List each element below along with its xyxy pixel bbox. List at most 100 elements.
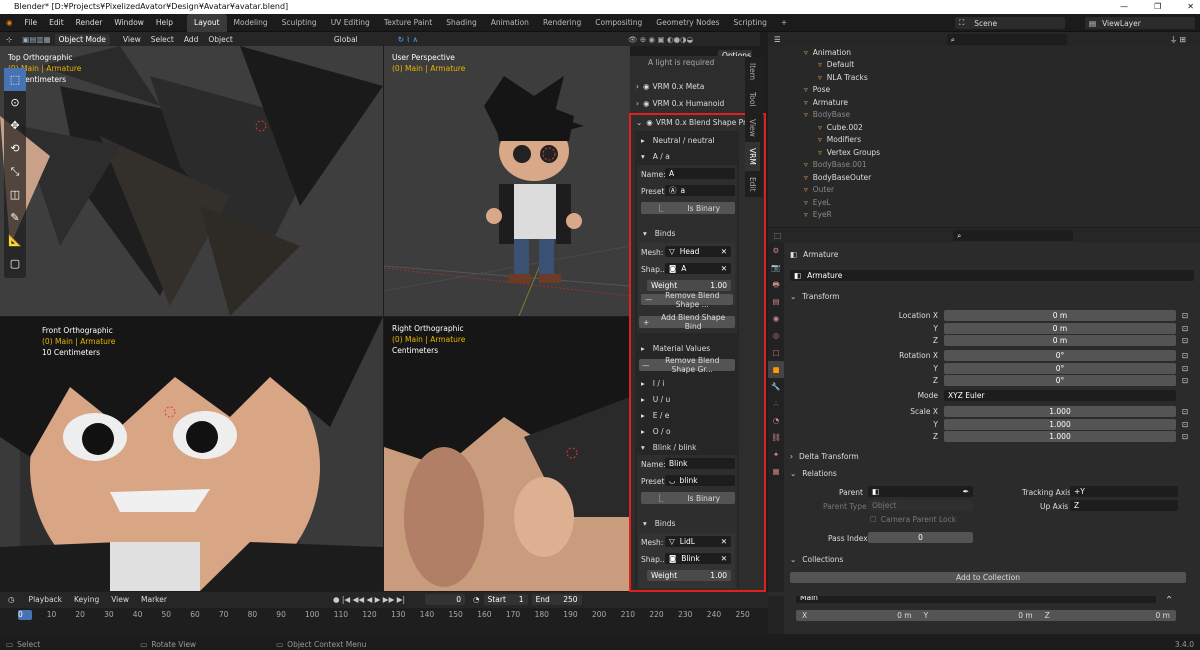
tool-tab-icon[interactable]: ⚙: [768, 242, 784, 259]
end-frame-field[interactable]: End 250: [531, 593, 582, 605]
add-to-collection-button[interactable]: Add to Collection: [790, 572, 1186, 583]
physics-tab-icon[interactable]: ◔: [768, 412, 784, 429]
close-button[interactable]: ✕: [1187, 0, 1194, 14]
field-value[interactable]: 1.000: [944, 418, 1176, 430]
clear-icon[interactable]: ✕: [721, 553, 727, 564]
minimize-button[interactable]: —: [1120, 0, 1128, 14]
properties-search-input[interactable]: ⌕: [953, 229, 1074, 241]
outliner-item[interactable]: ▿ Default: [768, 59, 1200, 72]
viewport-top[interactable]: Top Orthographic (0) Main | Armature 10 …: [0, 46, 383, 316]
timeline-menu-marker[interactable]: Marker: [135, 595, 173, 604]
mesh-field[interactable]: ▽ LidL ✕: [665, 536, 731, 547]
workspace-tab-uv[interactable]: UV Editing: [324, 14, 377, 32]
rotate-tool-icon[interactable]: ⟲: [4, 137, 26, 160]
select-tool-icon[interactable]: ⬚: [4, 68, 26, 91]
outliner-item[interactable]: ▿ EyeR: [768, 209, 1200, 222]
lock-icon[interactable]: ⊡: [1182, 420, 1188, 429]
group-u[interactable]: ▸ U / u: [641, 395, 670, 404]
binds-header[interactable]: ▾ Binds: [643, 519, 675, 528]
clear-icon[interactable]: ✕: [721, 536, 727, 547]
outliner-item[interactable]: ▿ Vertex Groups: [768, 146, 1200, 159]
particles-tab-icon[interactable]: ∴: [768, 395, 784, 412]
viewlayer-name[interactable]: ViewLayer: [1102, 19, 1141, 28]
timeline-menu-keying[interactable]: Keying: [68, 595, 105, 604]
lock-icon[interactable]: ⊡: [1182, 376, 1188, 385]
material-values-header[interactable]: ▸ Material Values: [641, 344, 710, 353]
outliner-item[interactable]: ▿ NLA Tracks: [768, 71, 1200, 84]
group-neutral[interactable]: ▸ Neutral / neutral: [641, 136, 715, 145]
render-tab-icon[interactable]: 📷: [768, 259, 784, 276]
name-input[interactable]: Blink: [665, 458, 735, 469]
collection-offset-row[interactable]: X 0 m Y 0 m Z 0 m: [796, 610, 1176, 621]
delta-transform-header[interactable]: › Delta Transform: [790, 452, 859, 461]
clock-icon[interactable]: ◷: [0, 595, 23, 604]
field-value[interactable]: 1.000: [944, 406, 1176, 417]
blender-logo-icon[interactable]: ◉: [0, 14, 19, 32]
lock-icon[interactable]: ⊡: [1182, 336, 1188, 345]
transform-header[interactable]: ⌄ Transform: [790, 292, 840, 301]
mesh-field[interactable]: ▽ Head ✕: [665, 246, 731, 257]
lock-icon[interactable]: ⊡: [1182, 407, 1188, 416]
parent-type-dropdown[interactable]: Object: [868, 500, 973, 511]
tab-tool[interactable]: Tool: [745, 86, 760, 113]
scale-tool-icon[interactable]: ⤡: [4, 160, 26, 183]
texture-tab-icon[interactable]: ▦: [768, 463, 784, 480]
snap-icon[interactable]: ↻ ⌇ ∧: [398, 35, 418, 44]
tab-vrm[interactable]: VRM: [745, 142, 760, 172]
pass-index-field[interactable]: 0: [868, 532, 973, 543]
relations-header[interactable]: ⌄ Relations: [790, 469, 837, 478]
cursor-tool-icon[interactable]: ⊙: [4, 91, 26, 114]
lock-icon[interactable]: ⊡: [1182, 351, 1188, 360]
camera-parent-lock-checkbox[interactable]: ☐ Camera Parent Lock: [870, 515, 956, 524]
outliner-item[interactable]: ▿ Armature: [768, 96, 1200, 109]
lock-icon[interactable]: ⊡: [1182, 324, 1188, 333]
select-mode-icons[interactable]: ▣▤▥▦: [18, 35, 54, 44]
tab-edit[interactable]: Edit: [745, 171, 760, 198]
clear-icon[interactable]: ✕: [721, 246, 727, 257]
group-a[interactable]: ▾ A / a: [641, 152, 670, 161]
vp-menu-add[interactable]: Add: [179, 35, 204, 44]
lock-icon[interactable]: ⊡: [1182, 311, 1188, 320]
timeline-menu-playback[interactable]: Playback: [23, 595, 68, 604]
object-mode-dropdown[interactable]: Object Mode: [54, 33, 110, 45]
proxy-header[interactable]: ⌄ ◉ VRM 0.x Blend Shape Proxy: [636, 118, 759, 127]
add-workspace-button[interactable]: +: [774, 14, 794, 32]
workspace-tab-geonodes[interactable]: Geometry Nodes: [649, 14, 726, 32]
scene-name[interactable]: Scene: [974, 19, 997, 28]
timeline-ruler[interactable]: 0 10 20 30 40 50 60 70 80 90 100 110 120 130 140 150 160…: [0, 608, 768, 634]
editor-type-icon[interactable]: ⊹: [0, 35, 18, 44]
object-tab-icon[interactable]: ■: [768, 361, 784, 378]
workspace-tab-animation[interactable]: Animation: [484, 14, 536, 32]
is-binary-toggle[interactable]: ⎿ Is Binary: [641, 202, 735, 214]
vrm-humanoid-header[interactable]: › ◉ VRM 0.x Humanoid: [636, 99, 724, 108]
field-value[interactable]: 0 m: [944, 310, 1176, 321]
object-name-input[interactable]: ◧ Armature: [790, 270, 1194, 281]
outliner-item[interactable]: ▿ Modifiers: [768, 134, 1200, 147]
field-value[interactable]: 0°: [944, 375, 1176, 386]
weight-slider[interactable]: Weight 1.00: [647, 570, 731, 581]
menu-edit[interactable]: Edit: [43, 14, 70, 32]
field-value[interactable]: 1.000: [944, 431, 1176, 442]
lock-icon[interactable]: ⊡: [1182, 364, 1188, 373]
scene-tab-icon[interactable]: ◉: [768, 310, 784, 327]
tab-view[interactable]: View: [745, 113, 760, 143]
is-binary-toggle[interactable]: ⎿ Is Binary: [641, 492, 735, 504]
filter-icon[interactable]: ⏚ ⊞: [1170, 34, 1200, 45]
orientation-dropdown[interactable]: Global: [334, 35, 358, 44]
vp-menu-select[interactable]: Select: [146, 35, 179, 44]
field-value[interactable]: 0°: [944, 350, 1176, 361]
workspace-tab-scripting[interactable]: Scripting: [727, 14, 774, 32]
menu-help[interactable]: Help: [150, 14, 179, 32]
shape-field[interactable]: ◙ Blink ✕: [665, 553, 731, 564]
tab-item[interactable]: Item: [745, 57, 760, 86]
collection-tab-icon[interactable]: ▢: [768, 344, 784, 361]
clear-icon[interactable]: ✕: [721, 263, 727, 274]
viewport-perspective[interactable]: User Perspective (0) Main | Armature: [384, 46, 630, 316]
outliner-item[interactable]: ▿ BodyBase.001: [768, 159, 1200, 172]
vrm-meta-header[interactable]: › ◉ VRM 0.x Meta: [636, 82, 704, 91]
viewport-front[interactable]: Front Orthographic (0) Main | Armature 1…: [0, 317, 383, 591]
move-tool-icon[interactable]: ✥: [4, 114, 26, 137]
outliner-item[interactable]: ▿ EyeL: [768, 196, 1200, 209]
remove-group-button[interactable]: — Remove Blend Shape Gr...: [639, 356, 735, 374]
world-tab-icon[interactable]: ◎: [768, 327, 784, 344]
